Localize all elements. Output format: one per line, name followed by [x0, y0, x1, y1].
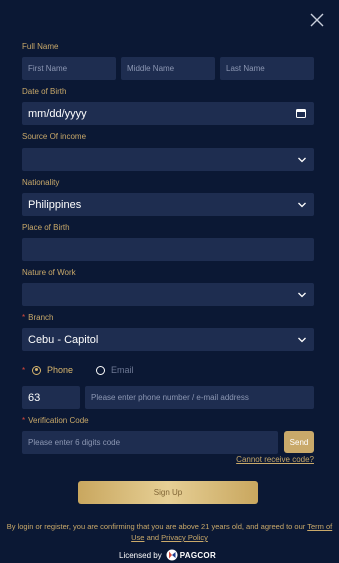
nationality-label: Nationality — [22, 178, 60, 187]
send-code-button[interactable]: Send — [284, 431, 314, 453]
branch-select[interactable]: Cebu - Capitol — [22, 328, 314, 351]
contact-input[interactable]: Please enter phone number / e-mail addre… — [85, 386, 314, 409]
place-of-birth-label: Place of Birth — [22, 223, 70, 232]
middle-name-field[interactable]: Middle Name — [121, 57, 215, 80]
verification-code-label: * Verification Code — [22, 416, 89, 425]
cannot-receive-code-link[interactable]: Cannot receive code? — [236, 455, 314, 464]
nationality-select[interactable]: Philippines — [22, 193, 314, 216]
privacy-policy-link[interactable]: Privacy Policy — [161, 533, 208, 542]
source-of-income-select[interactable] — [22, 148, 314, 171]
chevron-down-icon — [298, 337, 306, 343]
pagcor-logo: PAGCOR — [166, 549, 216, 561]
close-button[interactable] — [309, 12, 325, 28]
branch-label: * Branch — [22, 313, 54, 322]
nature-of-work-select[interactable] — [22, 283, 314, 306]
radio-unselected-icon — [96, 365, 105, 375]
licensed-by: Licensed by PAGCOR — [119, 549, 217, 561]
contact-method-required-marker: * — [22, 366, 26, 375]
close-icon — [310, 13, 324, 27]
first-name-field[interactable]: First Name — [22, 57, 116, 80]
phone-radio[interactable]: Phone — [32, 365, 73, 375]
date-of-birth-field[interactable]: mm/dd/yyyy — [22, 102, 314, 125]
chevron-down-icon — [298, 202, 306, 208]
verification-code-input[interactable]: Please enter 6 digits code — [22, 431, 278, 454]
sign-up-button[interactable]: Sign Up — [78, 481, 258, 504]
country-code-field[interactable]: 63 — [22, 386, 80, 409]
required-marker: * — [22, 313, 26, 322]
calendar-icon[interactable] — [296, 108, 306, 118]
pagcor-logo-icon — [166, 549, 178, 561]
chevron-down-icon — [298, 157, 306, 163]
last-name-field[interactable]: Last Name — [220, 57, 314, 80]
source-of-income-label: Source Of income — [22, 132, 87, 141]
chevron-down-icon — [298, 292, 306, 298]
nature-of-work-label: Nature of Work — [22, 268, 76, 277]
radio-selected-icon — [32, 365, 41, 375]
date-of-birth-label: Date of Birth — [22, 87, 67, 96]
full-name-label: Full Name — [22, 42, 59, 51]
email-radio[interactable]: Email — [96, 365, 134, 375]
terms-text: By login or register, you are confirming… — [6, 522, 333, 542]
place-of-birth-field[interactable] — [22, 238, 314, 261]
